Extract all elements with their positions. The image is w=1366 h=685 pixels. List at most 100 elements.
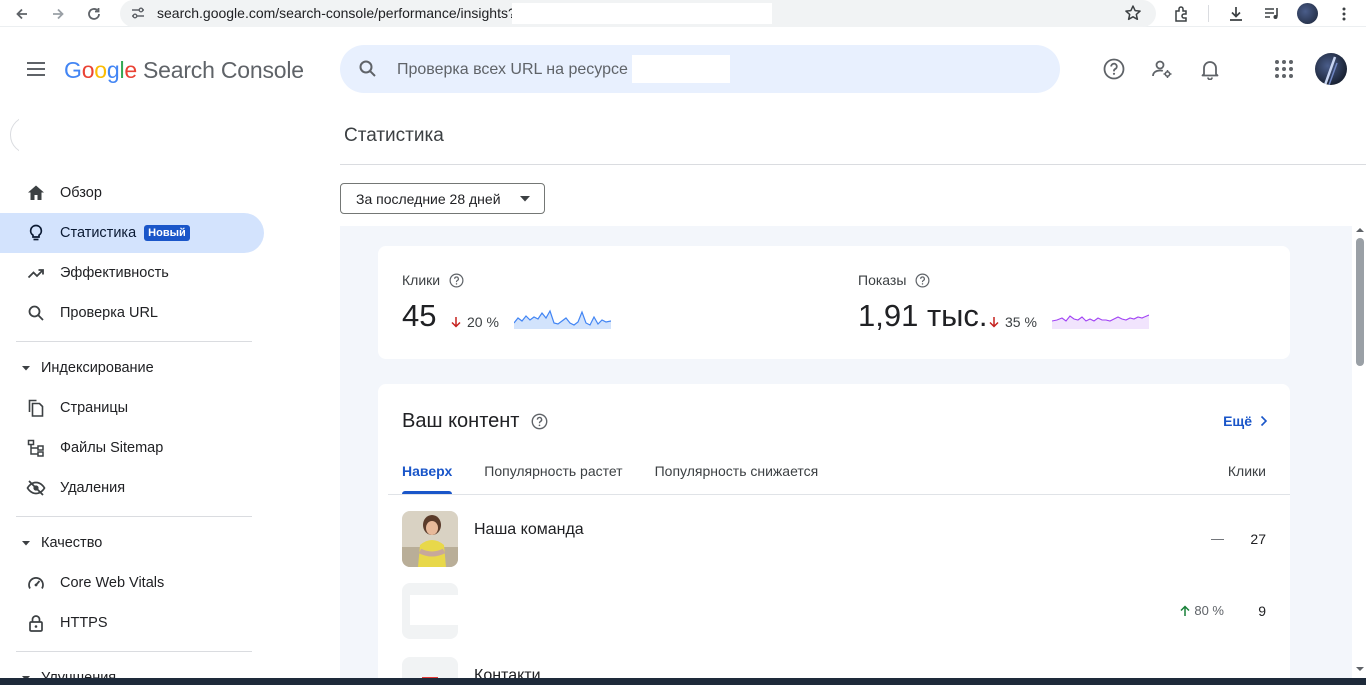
help-icon[interactable] [449,273,464,288]
menu-icon[interactable] [24,57,48,81]
content-row[interactable]: Наша команда — 27 [402,511,1266,569]
account-avatar[interactable] [1315,53,1347,85]
sidebar-item-label: Эффективность [60,265,169,281]
sidebar-item-pages[interactable]: Страницы [0,388,264,428]
browser-toolbar: search.google.com/search-console/perform… [0,0,1366,27]
app-header: Google Search Console Проверка всех URL н… [0,37,1366,103]
more-link[interactable]: Ещё [1223,413,1268,429]
lightbulb-icon [26,223,46,243]
sidebar-item-removals[interactable]: Удаления [0,468,264,508]
forward-icon[interactable] [48,4,68,24]
back-icon[interactable] [12,4,32,24]
metric-change: 35 % [988,314,1037,330]
product-name: Search Console [143,57,304,83]
media-icon[interactable] [1262,4,1282,24]
sidebar-item-performance[interactable]: Эффективность [0,253,264,293]
impressions-sparkline [1052,309,1149,329]
your-content-card: Ваш контент Ещё Наверх Популярность раст… [378,384,1290,685]
scrollbar-thumb[interactable] [1356,238,1364,366]
metric-change: 20 % [450,314,499,330]
sidebar-item-label: Удаления [60,480,126,496]
metric-change-value: 20 % [467,314,499,330]
row-value: 9 [1258,603,1266,619]
page-thumbnail [402,511,458,567]
sidebar-item-label: Обзор [60,185,102,201]
arrow-down-icon [450,316,462,328]
profile-avatar[interactable] [1297,3,1318,24]
sidebar-item-insights[interactable]: Статистика Новый [0,213,264,253]
help-icon[interactable] [1102,57,1126,81]
date-range-dropdown[interactable]: За последние 28 дней [340,183,545,214]
redacted-area [19,116,279,154]
arrow-down-icon [988,316,1000,328]
notifications-icon[interactable] [1198,57,1222,81]
sidebar-item-https[interactable]: HTTPS [0,603,264,643]
redacted-area [632,55,730,83]
logo-letter: o [81,57,95,83]
metric-value: 1,91 тыс. [858,298,988,333]
apps-grid-icon[interactable] [1272,57,1296,81]
logo-letter: o [94,57,107,83]
logo-letter: G [64,57,82,83]
title-divider [340,164,1366,165]
scrollbar[interactable] [1354,223,1366,679]
scroll-down-icon[interactable] [1354,664,1366,674]
metric-impressions[interactable]: Показы 1,91 тыс. 35 % [858,246,1298,359]
url-inspection-search[interactable]: Проверка всех URL на ресурсе [340,45,1060,93]
card-title: Ваш контент [402,410,520,432]
sidebar-item-label: Страницы [60,400,129,416]
scroll-up-icon[interactable] [1354,225,1366,235]
logo-letter: e [124,57,137,83]
sidebar-item-core-web-vitals[interactable]: Core Web Vitals [0,563,264,603]
download-icon[interactable] [1226,4,1246,24]
sidebar-item-label: Core Web Vitals [60,575,165,591]
speed-icon [26,573,46,593]
new-badge: Новый [144,225,190,241]
nav-divider [16,516,252,517]
star-icon[interactable] [1124,4,1142,22]
search-icon [26,303,46,323]
date-range-label: За последние 28 дней [356,190,501,207]
caret-down-icon [21,538,31,548]
sidebar-item-label: Проверка URL [60,305,158,321]
clicks-sparkline [514,309,611,329]
tab-trending-down[interactable]: Популярность снижается [655,454,819,494]
tab-top[interactable]: Наверх [402,454,453,494]
section-label: Индексирование [41,360,154,376]
section-indexing[interactable]: Индексирование [0,352,264,384]
sidebar-item-sitemaps[interactable]: Файлы Sitemap [0,428,264,468]
page-thumbnail [402,583,458,639]
os-taskbar [0,678,1366,685]
metric-clicks[interactable]: Клики 45 20 % [402,246,842,359]
home-icon [26,183,46,203]
main-content: Статистика За последние 28 дней Клики 45… [280,103,1366,685]
users-settings-icon[interactable] [1150,57,1174,81]
sidebar: Обзор Статистика Новый Эффективность Про… [0,103,280,685]
search-console-logo[interactable]: Google Search Console [64,57,304,84]
kebab-menu-icon[interactable] [1334,4,1354,24]
help-icon[interactable] [531,413,548,430]
more-label: Ещё [1223,413,1252,429]
sitemap-icon [26,438,46,458]
sidebar-item-label: HTTPS [60,615,108,631]
row-value: 27 [1250,531,1266,547]
redacted-area [512,3,772,24]
sidebar-item-url-inspection[interactable]: Проверка URL [0,293,264,333]
nav-divider [16,341,252,342]
property-selector[interactable] [10,116,279,154]
url-text: search.google.com/search-console/perform… [157,5,516,21]
reload-icon[interactable] [84,4,104,24]
address-bar[interactable]: search.google.com/search-console/perform… [120,0,1156,27]
section-quality[interactable]: Качество [0,527,264,559]
section-label: Качество [41,535,103,551]
content-row[interactable]: 80 % 9 [402,583,1266,641]
help-icon[interactable] [915,273,930,288]
tune-icon[interactable] [130,5,146,21]
extensions-icon[interactable] [1172,4,1192,24]
tab-trending-up[interactable]: Популярность растет [484,454,622,494]
nav-divider [16,651,252,652]
logo-letter: g [106,57,120,83]
sidebar-item-overview[interactable]: Обзор [0,173,264,213]
metric-value: 45 [402,298,437,333]
metric-change-value: 35 % [1005,314,1037,330]
